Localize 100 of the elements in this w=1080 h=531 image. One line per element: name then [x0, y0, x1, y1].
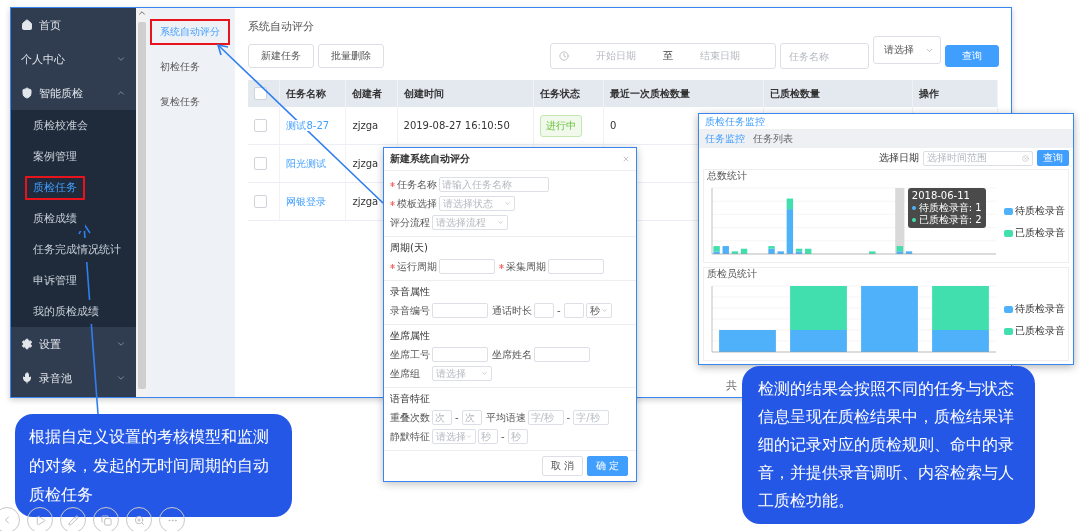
scroll-up-icon[interactable]	[137, 8, 147, 18]
pencil-icon	[67, 514, 79, 526]
cancel-button[interactable]: 取 消	[541, 456, 583, 476]
dialog-title: 新建系统自动评分	[390, 152, 470, 166]
bar	[869, 251, 876, 254]
range-separator: -	[500, 431, 506, 442]
date-range-field[interactable]: 开始日期 至 结束日期	[550, 43, 776, 69]
status-select[interactable]: 请选择	[873, 36, 941, 64]
task-name-field[interactable]: 任务名称	[780, 43, 869, 69]
sidebar-item[interactable]: 录音池	[11, 361, 136, 395]
input-field[interactable]	[534, 347, 590, 362]
hover-band	[895, 188, 905, 254]
field-label: 模板选择	[397, 196, 437, 211]
zoom-icon	[133, 514, 145, 526]
column-header: 任务状态	[539, 87, 580, 99]
column-header: 创建者	[352, 87, 383, 99]
range-from-field[interactable]: 秒	[478, 429, 498, 444]
tooltip-line: 已质检录音: 2	[918, 214, 982, 226]
range-to-field[interactable]	[563, 303, 584, 318]
range-separator: -	[454, 412, 460, 423]
play-icon	[34, 514, 46, 526]
field-label: 坐席工号	[390, 347, 430, 362]
bar	[805, 248, 812, 254]
field-label: 坐席姓名	[492, 347, 532, 362]
input-field[interactable]	[548, 259, 604, 274]
tab[interactable]: 任务列表	[753, 132, 793, 146]
section-title: 坐席属性	[390, 329, 431, 343]
caret-icon	[481, 370, 488, 377]
scrollbar-thumb[interactable]	[138, 22, 146, 389]
field-label: 采集周期	[506, 259, 546, 274]
section-title: 录音属性	[390, 285, 431, 299]
tooltip-line: 待质检录音: 1	[918, 202, 982, 214]
sidebar-subitem[interactable]: 质检任务	[25, 175, 85, 200]
range-from-field[interactable]	[534, 303, 554, 318]
bar	[777, 251, 784, 254]
clock-icon	[559, 51, 569, 61]
row-checkbox[interactable]	[254, 119, 267, 132]
field-label: 任务名称	[397, 177, 437, 192]
bar	[719, 330, 776, 352]
section-title: 周期(天)	[390, 241, 429, 255]
status-tag: 进行中	[539, 114, 582, 137]
sidebar-item[interactable]: 设置	[11, 327, 136, 361]
field-label: 评分流程	[390, 215, 430, 230]
input-field[interactable]	[439, 259, 495, 274]
bar	[861, 286, 918, 352]
sidebar-item[interactable]: 个人中心	[11, 42, 136, 76]
subnav-item[interactable]: 复检任务	[150, 88, 210, 115]
legend-label: 待质检录音	[1015, 302, 1065, 316]
toolbar-button[interactable]: 批量删除	[318, 44, 384, 68]
column-header: 已质检数量	[769, 87, 820, 99]
select-all-checkbox[interactable]	[254, 87, 267, 100]
range-separator: 至	[663, 49, 673, 63]
toolbar-button[interactable]: 新建任务	[248, 44, 314, 68]
bar	[905, 251, 913, 254]
tooltip-title: 2018-06-11	[911, 190, 970, 201]
input-field[interactable]	[432, 347, 488, 362]
table-cell: zjzga	[352, 196, 379, 207]
caret-icon	[466, 433, 472, 440]
field-label: 重叠次数	[390, 410, 430, 425]
sidebar-item[interactable]: 智能质检	[11, 76, 136, 110]
gear-icon	[21, 338, 33, 350]
shield-icon	[21, 87, 33, 99]
copy-icon	[100, 514, 112, 526]
table-cell: 0	[610, 120, 617, 131]
field-label: 平均语速	[485, 410, 526, 425]
range-separator: -	[556, 305, 562, 316]
field-label: 通话时长	[492, 303, 532, 318]
row-checkbox[interactable]	[254, 157, 267, 170]
range-from-field[interactable]: 次	[432, 410, 452, 425]
chart-title: 质检员统计	[706, 268, 758, 280]
range-separator: -	[565, 412, 572, 423]
range-from-field[interactable]: 字/秒	[527, 410, 564, 425]
field-label: 坐席组	[390, 366, 421, 381]
range-to-field[interactable]: 秒	[507, 429, 528, 444]
callout-text: 检测的结果会按照不同的任务与状态信息呈现在质检结果中，质检结果详细的记录对应的质检规则、命中的录音，并提供录音调听、内容检索与人工质检功能。	[742, 366, 1035, 524]
table-cell: 2019-08-27 16:10:50	[403, 120, 510, 131]
bar	[722, 246, 729, 254]
field-label: 静默特征	[390, 429, 430, 444]
row-checkbox[interactable]	[254, 195, 267, 208]
input-field[interactable]: 请输入任务名称	[439, 177, 549, 192]
section-title: 语音特征	[390, 392, 431, 406]
range-to-field[interactable]: 字/秒	[573, 410, 610, 425]
subnav-item[interactable]: 初检任务	[150, 53, 210, 80]
legend-label: 待质检录音	[1015, 204, 1065, 218]
field-label: 运行周期	[397, 259, 437, 274]
sidebar-item[interactable]: 首页	[11, 8, 136, 42]
chart-title: 总数统计	[706, 170, 748, 182]
range-to-field[interactable]: 次	[461, 410, 482, 425]
column-header: 任务名称	[286, 87, 327, 99]
caret-icon	[504, 200, 511, 207]
start-date-placeholder: 开始日期	[595, 49, 637, 63]
table-cell: zjzga	[352, 158, 379, 169]
date-label: 选择日期	[879, 151, 919, 165]
input-field[interactable]	[432, 303, 488, 318]
dot-icon	[911, 218, 916, 222]
page-title: 系统自动评分	[248, 20, 315, 34]
close-icon[interactable]	[622, 155, 630, 163]
unit-select[interactable]: 秒	[585, 303, 612, 318]
home-icon	[21, 19, 33, 31]
caret-icon	[600, 307, 608, 314]
